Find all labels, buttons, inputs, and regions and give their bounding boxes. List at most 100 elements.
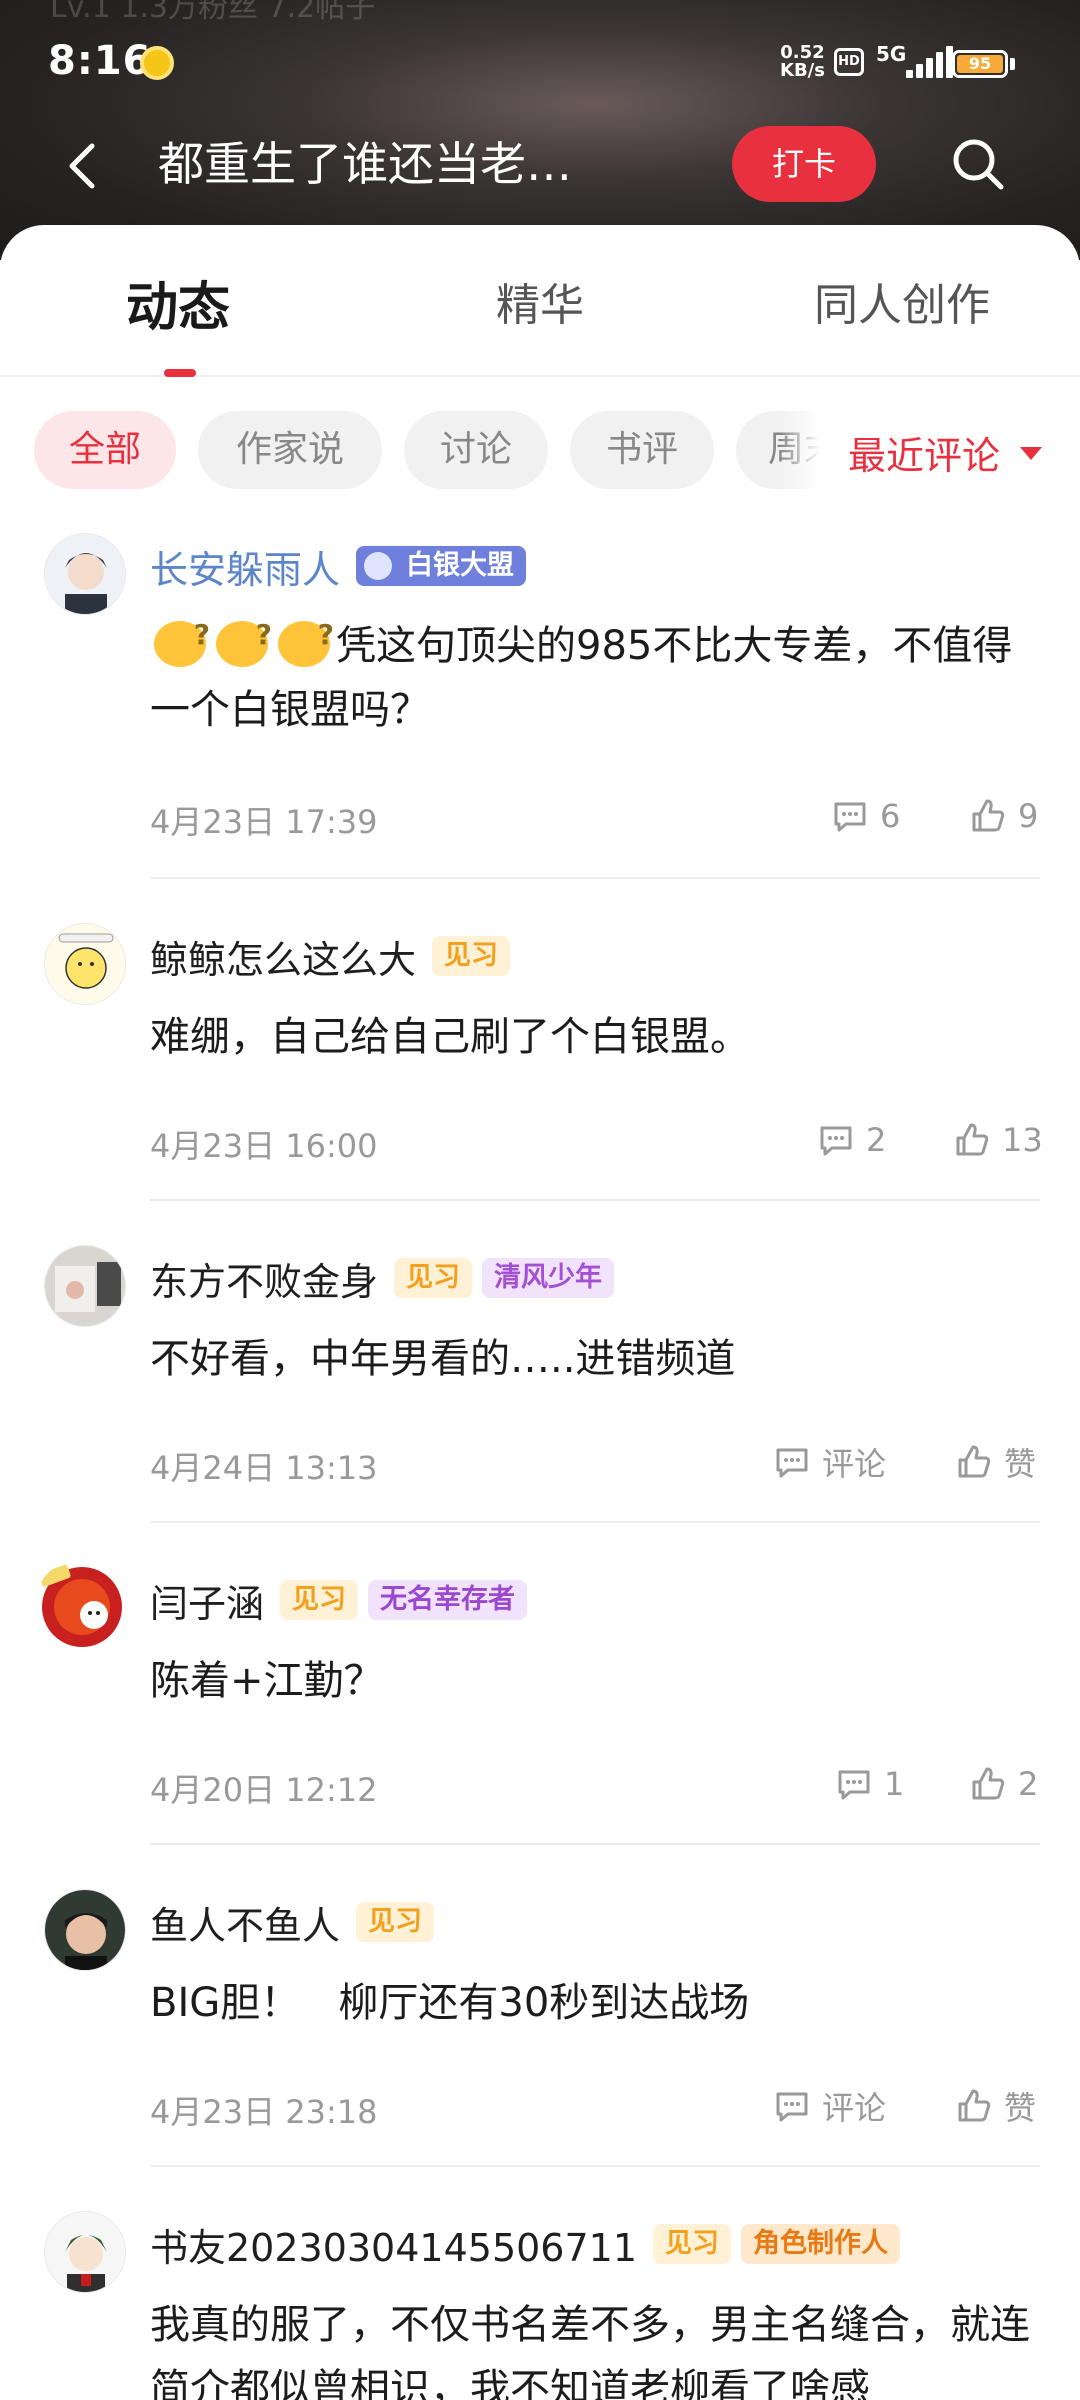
username[interactable]: 鱼人不鱼人 (150, 1895, 340, 1950)
avatar[interactable] (44, 1245, 126, 1327)
network-speed: 0.52 KB/s (780, 42, 825, 81)
caret-down-icon (1020, 447, 1042, 460)
thumbs-up-icon (958, 1445, 991, 1478)
reply-button[interactable]: 2 (816, 1115, 886, 1165)
comment-date: 4月24日 13:13 (150, 1449, 378, 1487)
author-row: 书友20230304145506711 见习 角色制作人 (150, 2217, 901, 2272)
like-button[interactable]: 13 (952, 1115, 1043, 1165)
divider (150, 1199, 1040, 1201)
username[interactable]: 鲸鲸怎么这么大 (150, 929, 416, 984)
badge-youth: 清风少年 (482, 1258, 615, 1298)
comment-text: 凭这句顶尖的985不比大专差，不值得一个白银盟吗？ (150, 603, 1030, 742)
comment-date: 4月23日 16:00 (150, 1127, 378, 1165)
like-button[interactable]: 赞 (954, 1437, 1036, 1487)
like-button[interactable]: 2 (968, 1759, 1038, 1809)
search-icon (953, 139, 1004, 190)
comment-icon (820, 1126, 852, 1156)
checkin-button[interactable]: 打卡 (732, 126, 876, 202)
divider (150, 1521, 1040, 1523)
comment-date: 4月23日 17:39 (150, 803, 378, 841)
comment-text: 不好看，中年男看的…..进错频道 (150, 1336, 736, 1382)
avatar[interactable] (44, 923, 126, 1005)
chip-book-review[interactable]: 书评 (570, 411, 714, 489)
username[interactable]: 书友20230304145506711 (150, 2217, 637, 2272)
reply-button[interactable]: 6 (830, 791, 900, 841)
author-row: 闫子涵 见习 无名幸存者 (150, 1573, 528, 1628)
comment-meta: 4月24日 13:13 评论 赞 (150, 1437, 1040, 1487)
comment-date: 4月20日 12:12 (150, 1771, 378, 1809)
like-label: 赞 (1004, 2089, 1037, 2127)
page-title: 都重生了谁还当老… (158, 137, 572, 191)
thumbs-up-icon (958, 2089, 991, 2122)
search-button[interactable] (948, 134, 1008, 194)
divider (150, 1843, 1040, 1845)
thumbs-up-icon (972, 799, 1005, 832)
avatar[interactable] (44, 533, 126, 615)
thumbs-up-icon (972, 1767, 1005, 1800)
comment-meta: 4月23日 16:00 2 13 (150, 1115, 1043, 1165)
comment-meta: 4月23日 17:39 6 9 (150, 791, 1040, 841)
comment-meta: 4月23日 23:18 评论 赞 (150, 2081, 1040, 2131)
network-type: 5G (876, 42, 907, 66)
avatar[interactable] (44, 1889, 126, 1971)
comment-icon (834, 802, 866, 832)
username[interactable]: 长安躲雨人 (150, 539, 340, 594)
reply-button[interactable]: 评论 (772, 1437, 886, 1487)
comment-meta: 4月20日 12:12 1 2 (150, 1759, 1040, 1809)
sort-dropdown[interactable]: 最近评论 (820, 411, 1080, 491)
comment-text: 难绷，自己给自己刷了个白银盟。 (150, 1014, 750, 1060)
reply-count: 6 (880, 797, 901, 835)
chip-all[interactable]: 全部 (34, 411, 176, 489)
like-count: 2 (1018, 1765, 1039, 1803)
sort-label: 最近评论 (848, 434, 1001, 478)
badge-survivor: 无名幸存者 (368, 1580, 528, 1620)
tab-bar: 动态 精华 同人创作 (0, 225, 1080, 377)
badge-trainee: 见习 (356, 1902, 435, 1942)
avatar[interactable] (34, 1559, 130, 1655)
tab-fan-creations[interactable]: 同人创作 (814, 269, 990, 333)
battery-icon: 95 (952, 50, 1008, 78)
thumbs-up-icon (956, 1123, 989, 1156)
tab-featured[interactable]: 精华 (496, 269, 584, 333)
comment-icon (776, 1448, 808, 1478)
like-label: 赞 (1004, 1445, 1037, 1483)
author-row: 东方不败金身 见习 清风少年 (150, 1251, 615, 1306)
author-row: 鱼人不鱼人 见习 (150, 1895, 435, 1950)
comment-date: 4月23日 23:18 (150, 2093, 378, 2131)
badge-trainee: 见习 (280, 1580, 359, 1620)
tab-dynamic[interactable]: 动态 (126, 265, 230, 340)
author-row: 鲸鲸怎么这么大 见习 (150, 929, 511, 984)
status-time: 8:16 (48, 38, 152, 84)
reply-button[interactable]: 1 (834, 1759, 904, 1809)
like-count: 13 (1002, 1121, 1043, 1159)
avatar[interactable] (44, 2211, 126, 2293)
like-button[interactable]: 9 (968, 791, 1038, 841)
comment-icon (776, 2092, 808, 2122)
username[interactable]: 东方不败金身 (150, 1251, 378, 1306)
badge-creator: 角色制作人 (741, 2224, 901, 2264)
badge-trainee: 见习 (394, 1258, 473, 1298)
divider (150, 877, 1040, 879)
signal-icon (906, 46, 953, 78)
reply-button[interactable]: 评论 (772, 2081, 886, 2131)
comment-text: 陈着+江勤？ (150, 1658, 384, 1704)
chip-discussion[interactable]: 讨论 (404, 411, 548, 489)
filter-chips: 全部 作家说 讨论 书评 周末 最近评论 (0, 411, 1080, 491)
comment-text: BIG胆！ 柳厅还有30秒到达战场 (150, 1980, 750, 2026)
content-sheet: 动态 精华 同人创作 全部 作家说 讨论 书评 周末 最近评论 长安躲雨人 白银 (0, 225, 1080, 2400)
chip-author-says[interactable]: 作家说 (198, 411, 382, 489)
badge-trainee: 见习 (653, 2224, 732, 2264)
username[interactable]: 闫子涵 (150, 1573, 264, 1628)
reply-label: 评论 (822, 2089, 887, 2127)
like-button[interactable]: 赞 (954, 2081, 1036, 2131)
like-count: 9 (1018, 797, 1039, 835)
badge-silver: 白银大盟 (356, 546, 527, 586)
reply-label: 评论 (822, 1445, 887, 1483)
back-button[interactable] (60, 136, 110, 196)
emoji-icon (212, 603, 274, 669)
chevron-left-icon (69, 143, 95, 189)
status-bar: 8:16 0.52 KB/s HD 5G 95 (0, 0, 1080, 120)
emoji-icon (150, 603, 212, 669)
coin-icon (140, 46, 174, 80)
hd-icon: HD (834, 48, 864, 76)
